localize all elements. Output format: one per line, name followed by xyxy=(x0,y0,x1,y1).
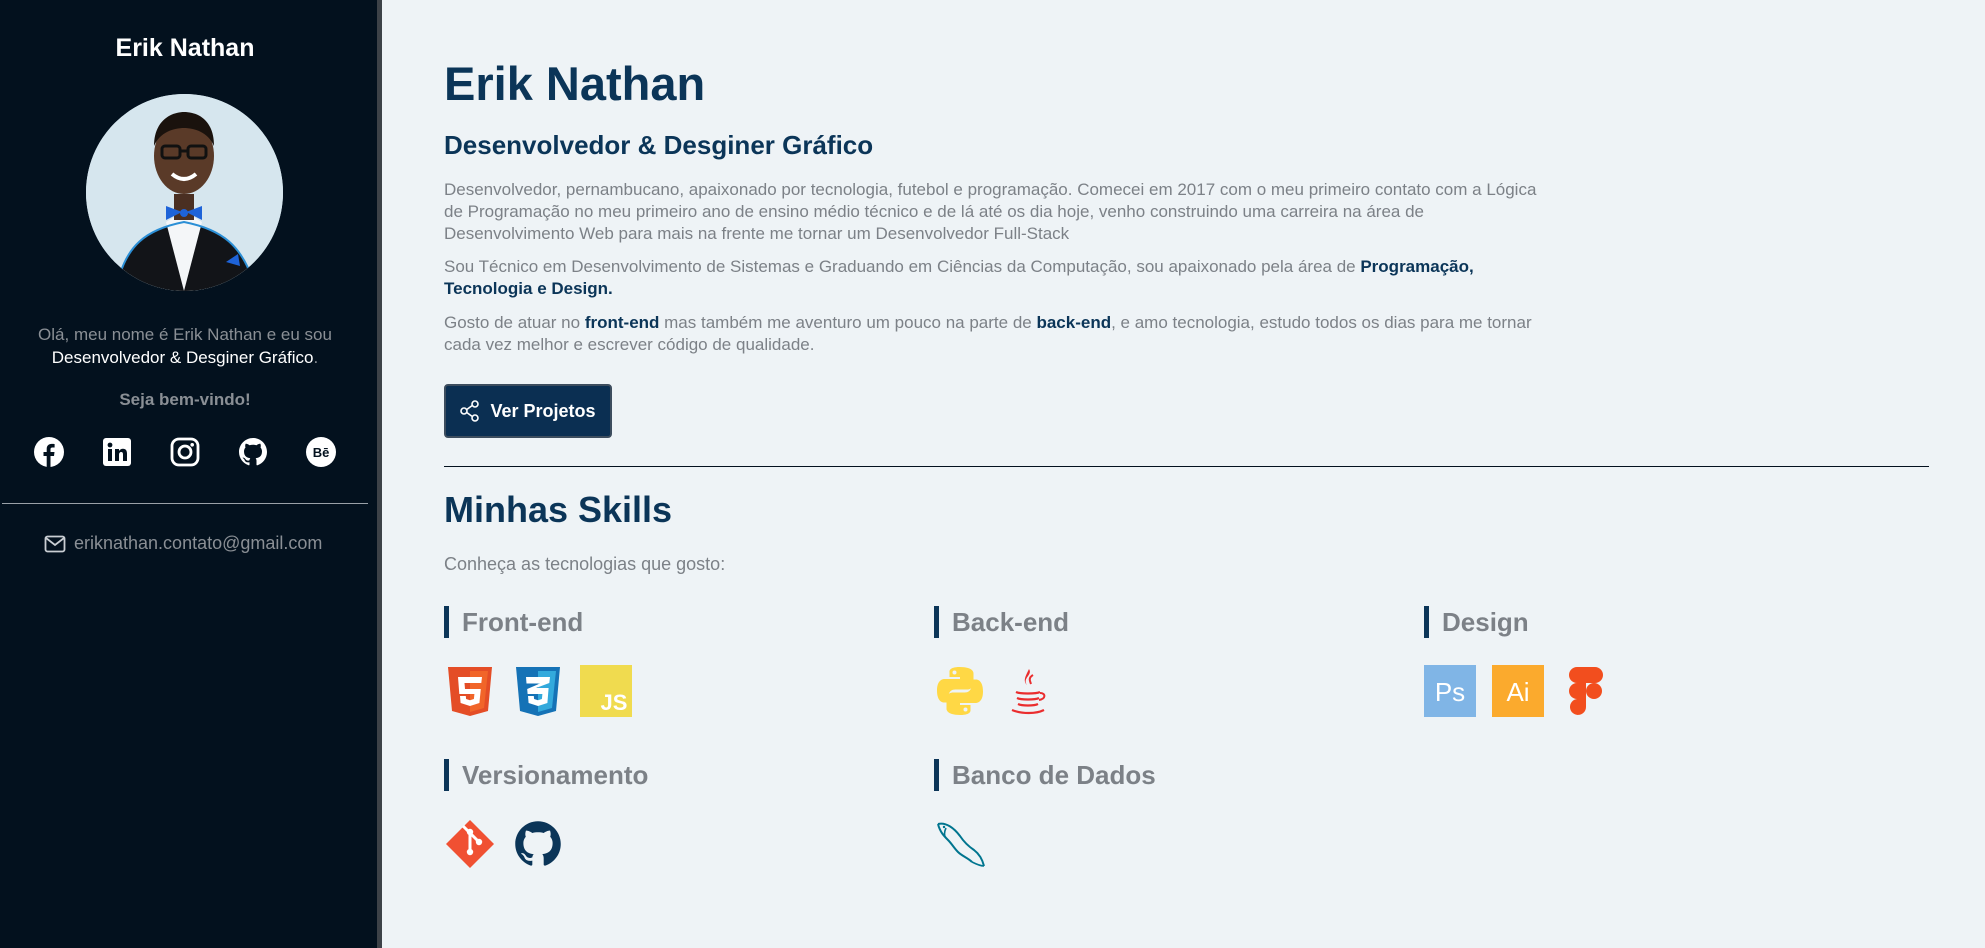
illustrator-icon: Ai xyxy=(1492,665,1544,717)
email-text: eriknathan.contato@gmail.com xyxy=(74,533,323,553)
greeting-end: . xyxy=(313,348,319,367)
photoshop-icon: Ps xyxy=(1424,665,1476,717)
svg-text:Ps: Ps xyxy=(1435,677,1465,707)
share-icon xyxy=(460,400,480,422)
email-link[interactable]: eriknathan.contato@gmail.com xyxy=(44,533,322,554)
svg-text:Ai: Ai xyxy=(1506,677,1529,707)
frontend-icons: JS xyxy=(444,665,632,717)
mail-icon xyxy=(44,535,66,552)
category-versioning: Versionamento xyxy=(444,759,648,791)
python-icon xyxy=(937,667,983,715)
css3-icon xyxy=(516,667,560,716)
about-paragraph-2: Sou Técnico em Desenvolvimento de Sistem… xyxy=(444,256,1554,300)
category-database: Banco de Dados xyxy=(934,759,1156,791)
backend-icons xyxy=(934,665,1054,717)
sidebar: Erik Nathan Olá, meu nome é Erik Nathan … xyxy=(0,0,382,948)
skills-title: Minhas Skills xyxy=(444,489,673,530)
p3-highlight-backend: back-end xyxy=(1036,313,1112,332)
facebook-icon[interactable] xyxy=(33,436,65,468)
github-icon xyxy=(515,821,561,866)
greeting-role: Desenvolvedor & Desginer Gráfico xyxy=(51,348,314,367)
page-title: Erik Nathan xyxy=(444,57,706,110)
skills-subtitle: Conheça as tecnologias que gosto: xyxy=(444,554,726,574)
p3-text-a: Gosto de atuar no xyxy=(444,313,585,332)
mysql-icon xyxy=(937,822,985,867)
view-projects-button[interactable]: Ver Projetos xyxy=(444,384,612,438)
about-paragraph-1: Desenvolvedor, pernambucano, apaixonado … xyxy=(444,180,1537,243)
java-icon xyxy=(1011,669,1046,715)
sidebar-divider xyxy=(2,503,368,504)
about-paragraph-3: Gosto de atuar no front-end mas também m… xyxy=(444,312,1554,356)
instagram-icon[interactable] xyxy=(169,436,201,468)
sidebar-name: Erik Nathan xyxy=(115,34,255,62)
git-icon xyxy=(446,820,494,868)
social-links: Bē xyxy=(33,436,337,468)
figma-icon xyxy=(1569,667,1603,715)
html5-icon xyxy=(448,667,492,716)
category-backend: Back-end xyxy=(934,606,1069,638)
view-projects-label: Ver Projetos xyxy=(490,400,596,421)
section-divider xyxy=(444,466,1929,467)
github-icon[interactable] xyxy=(237,436,269,468)
greeting: Olá, meu nome é Erik Nathan e eu sou Des… xyxy=(0,323,370,369)
category-design: Design xyxy=(1424,606,1529,638)
versioning-icons xyxy=(444,818,564,870)
svg-text:Bē: Bē xyxy=(313,445,330,460)
p3-text-b: mas também me aventuro um pouco na parte… xyxy=(659,313,1037,332)
welcome-text: Seja bem-vindo! xyxy=(119,390,251,409)
javascript-icon: JS xyxy=(580,665,632,717)
design-icons: Ps Ai xyxy=(1424,665,1612,717)
p3-highlight-frontend: front-end xyxy=(584,313,660,332)
p2-text: Sou Técnico em Desenvolvimento de Sistem… xyxy=(444,257,1361,276)
avatar xyxy=(86,94,283,291)
database-icons xyxy=(934,818,986,870)
category-frontend: Front-end xyxy=(444,606,583,638)
behance-icon[interactable]: Bē xyxy=(305,436,337,468)
linkedin-icon[interactable] xyxy=(101,436,133,468)
page-subtitle: Desenvolvedor & Desginer Gráfico xyxy=(444,130,874,160)
svg-text:JS: JS xyxy=(601,690,628,715)
greeting-text: Olá, meu nome é Erik Nathan e eu sou xyxy=(38,325,332,344)
